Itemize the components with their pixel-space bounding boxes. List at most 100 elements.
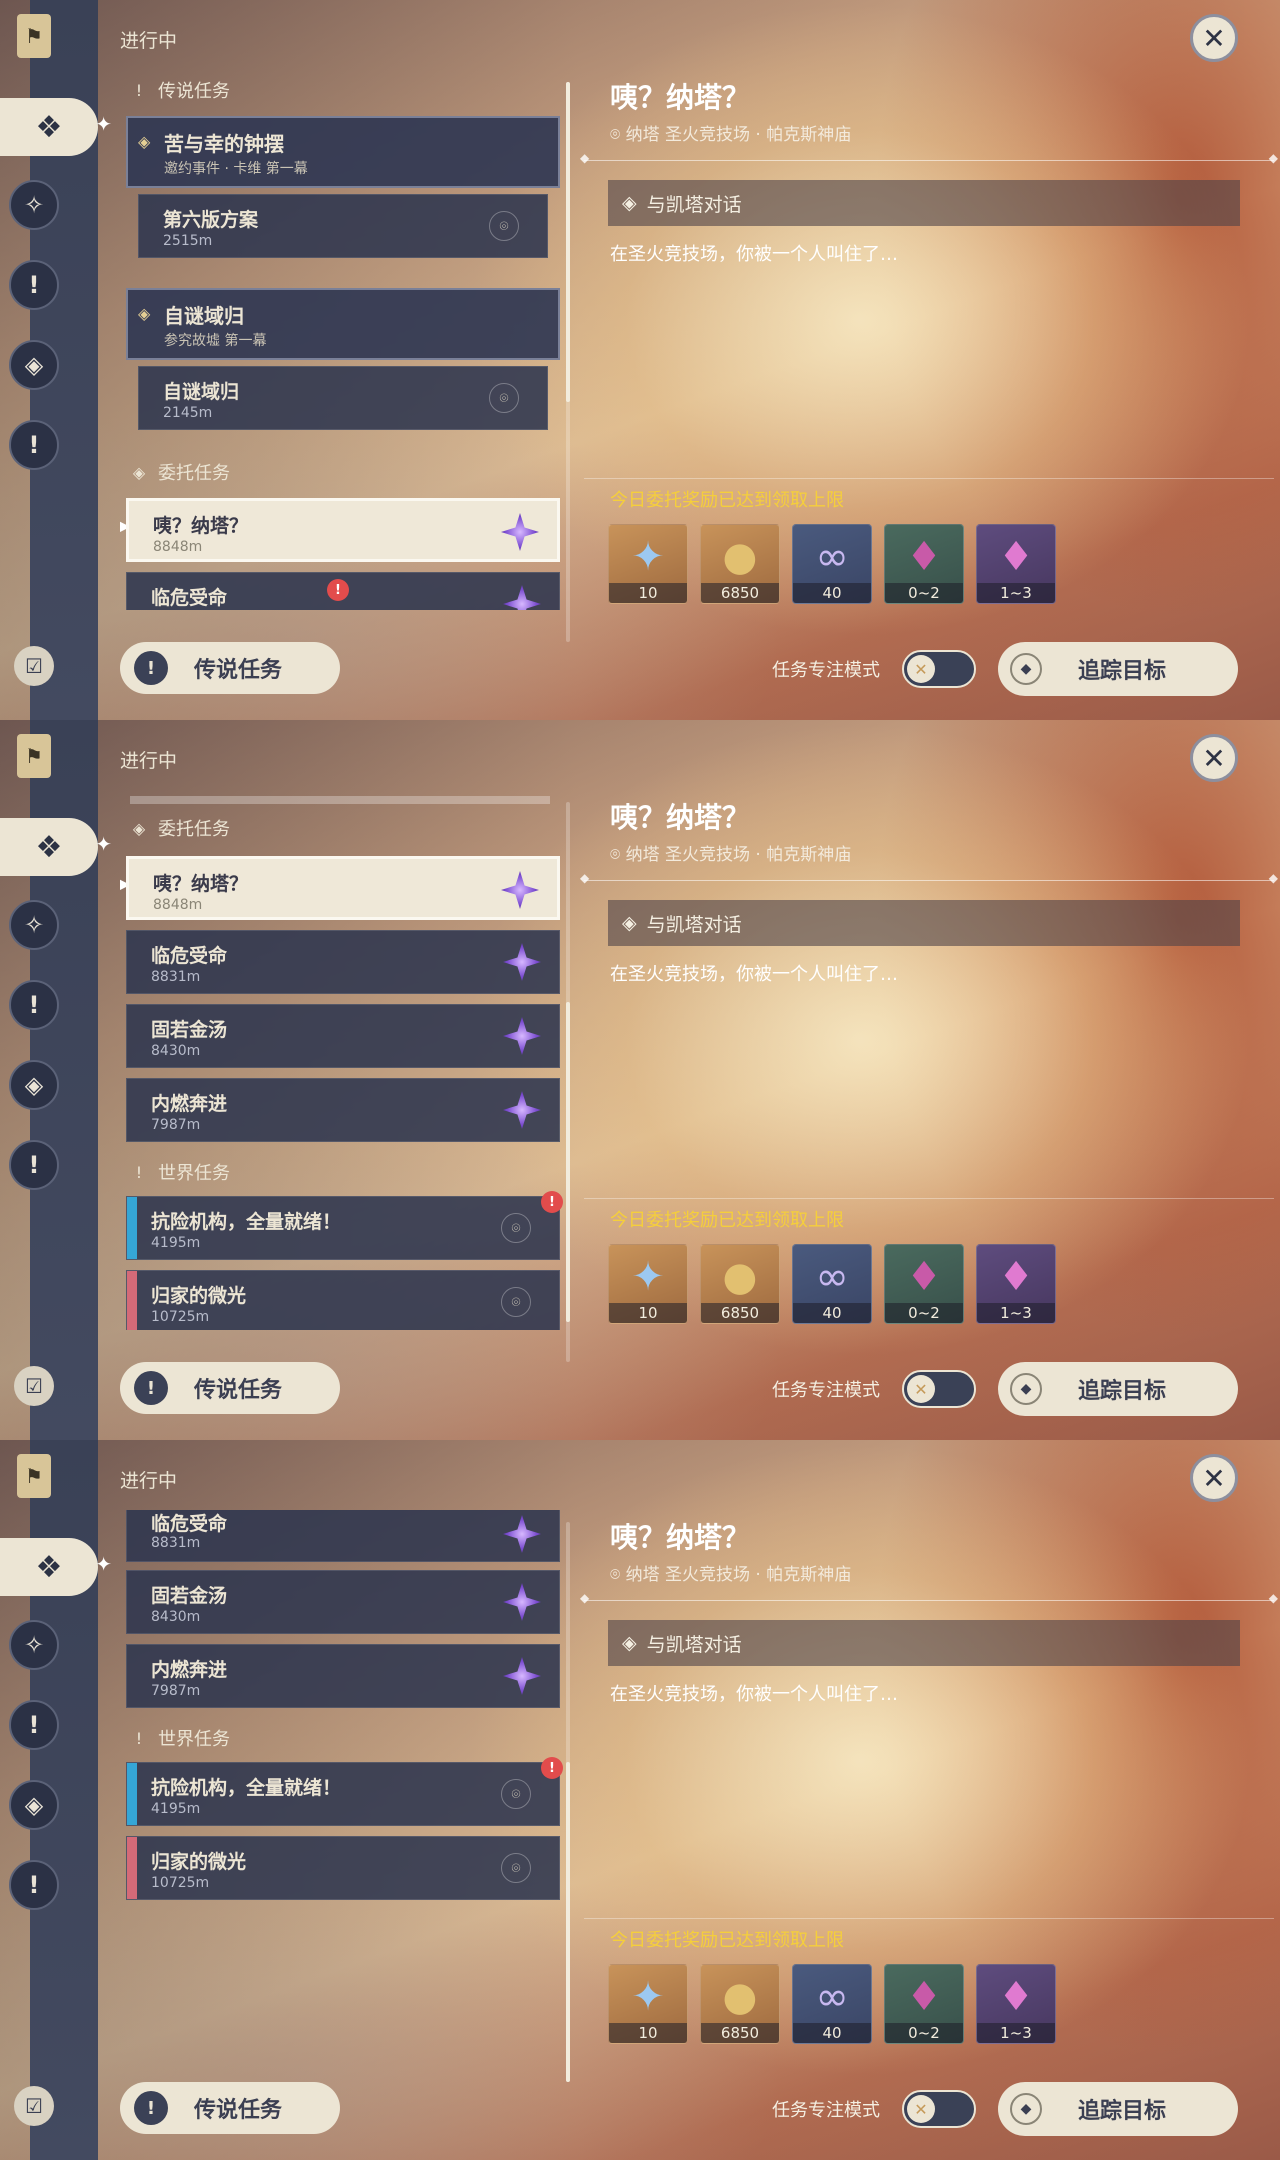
commission-tab-icon[interactable]: ! (9, 980, 59, 1030)
commission-item[interactable]: 内燃奔进 7987m (126, 1644, 560, 1708)
primogem-icon[interactable]: ✦ 10 (608, 1244, 688, 1324)
commission-item[interactable]: 临危受命 8831m (126, 1510, 560, 1562)
ore-icon[interactable]: ♦ 0~2 (884, 524, 964, 604)
section-commission: ◈ 委托任务 (130, 814, 230, 842)
status-title: 进行中 (120, 30, 178, 52)
close-icon: ✕ (1202, 1461, 1226, 1495)
quest-list-scrollbar[interactable] (566, 82, 570, 642)
event-tab-icon[interactable]: ◈ (9, 340, 59, 390)
commission-item[interactable]: 临危受命 8831m ! (126, 572, 560, 610)
event-tab-icon[interactable]: ◈ (9, 1780, 59, 1830)
section-world: ! 世界任务 (130, 1158, 230, 1186)
focus-mode-toggle[interactable]: ✕ (902, 2090, 976, 2128)
legend-quest-button[interactable]: ! 传说任务 (120, 1362, 340, 1414)
commission-item-selected[interactable]: 咦？纳塔？ 8848m (126, 856, 560, 920)
legend-tab-icon[interactable]: ✧ (9, 1620, 59, 1670)
quest-list[interactable]: 临危受命 8831m 固若金汤 8430m 内燃奔进 7987m ! 世界任务 … (120, 1510, 568, 2050)
mora-icon[interactable]: ● 6850 (700, 524, 780, 604)
exclamation-icon: ! (134, 2091, 168, 2125)
tracking-settings-icon[interactable]: ☑ (14, 646, 54, 686)
quest-list[interactable]: ! 传说任务 ◈ 苦与幸的钟摆 邀约事件 · 卡维 第一幕 第六版方案 2515… (120, 70, 568, 610)
exclamation-icon: ! (135, 1162, 143, 1182)
crystal-icon[interactable]: ♦ 1~3 (976, 524, 1056, 604)
quest-list-scrollbar[interactable] (566, 1522, 570, 2082)
event-tab-icon[interactable]: ◈ (9, 1060, 59, 1110)
quest-objective: ◈ 与凯塔对话 (608, 1620, 1240, 1666)
companionship-icon[interactable]: ∞ 40 (792, 1964, 872, 2044)
archon-quest-tab[interactable]: ❖ ✦ (0, 1538, 112, 1596)
legend-tab-icon[interactable]: ✧ (9, 900, 59, 950)
commission-item[interactable]: 固若金汤 8430m (126, 1004, 560, 1068)
companionship-icon[interactable]: ∞ 40 (792, 524, 872, 604)
commission-gem-icon (503, 1515, 541, 1553)
location-pin-icon[interactable]: ⌾ (501, 1853, 531, 1883)
alert-badge-icon: ! (327, 579, 349, 601)
legend-tab-icon[interactable]: ✧ (9, 180, 59, 230)
close-button[interactable]: ✕ (1190, 1454, 1238, 1502)
alert-badge-icon: ! (541, 1191, 563, 1213)
primogem-icon[interactable]: ✦ 10 (608, 1964, 688, 2044)
world-quest-item[interactable]: 抗险机构，全量就绪！ 4195m ⌾ ! (126, 1191, 563, 1260)
world-tab-icon[interactable]: ! (9, 1140, 59, 1190)
primogem-icon[interactable]: ✦ 10 (608, 524, 688, 604)
location-pin-icon[interactable]: ⌾ (501, 1213, 531, 1243)
close-icon: ✕ (907, 1375, 935, 1403)
world-quest-item[interactable]: 抗险机构，全量就绪！ 4195m ⌾ ! (126, 1757, 563, 1826)
quest-detail: 咦？纳塔？ ⌾ 纳塔 圣火竞技场 · 帕克斯神庙 ◈与凯塔对话 在圣火竞技场，你… (580, 0, 1278, 720)
quest-description: 在圣火竞技场，你被一个人叫住了… (610, 964, 898, 985)
legend-quest-header[interactable]: ◈ 自谜域归 参究故墟 第一幕 (126, 288, 560, 360)
mora-icon[interactable]: ● 6850 (700, 1244, 780, 1324)
location-pin-icon[interactable]: ⌾ (489, 211, 519, 241)
commission-tab-icon[interactable]: ! (9, 260, 59, 310)
companionship-icon[interactable]: ∞ 40 (792, 1244, 872, 1324)
legend-quest-button[interactable]: ! 传说任务 (120, 2082, 340, 2134)
legend-quest-button[interactable]: ! 传说任务 (120, 642, 340, 694)
location-pin-icon[interactable]: ⌾ (501, 1287, 531, 1317)
quest-step-item[interactable]: 自谜域归 2145m ⌾ (138, 366, 548, 430)
world-quest-item[interactable]: 归家的微光 10725m ⌾ (126, 1836, 560, 1900)
world-quest-item[interactable]: 归家的微光 10725m ⌾ (126, 1270, 560, 1330)
quest-description: 在圣火竞技场，你被一个人叫住了… (610, 244, 898, 265)
diamond-icon: ◈ (622, 1632, 637, 1654)
commission-item[interactable]: 内燃奔进 7987m (126, 1078, 560, 1142)
close-button[interactable]: ✕ (1190, 734, 1238, 782)
world-tab-icon[interactable]: ! (9, 1860, 59, 1910)
divider (584, 1198, 1274, 1199)
bookmark-icon[interactable]: ⚑ (17, 14, 51, 58)
legend-quest-header[interactable]: ◈ 苦与幸的钟摆 邀约事件 · 卡维 第一幕 (126, 116, 560, 188)
focus-mode-toggle[interactable]: ✕ (902, 650, 976, 688)
track-target-button[interactable]: ◆ 追踪目标 (998, 642, 1238, 696)
quest-type-strip (127, 1271, 137, 1330)
ore-icon[interactable]: ♦ 0~2 (884, 1964, 964, 2044)
quest-step-item[interactable]: 第六版方案 2515m ⌾ (138, 194, 548, 258)
focus-mode-toggle[interactable]: ✕ (902, 1370, 976, 1408)
mora-icon[interactable]: ● 6850 (700, 1964, 780, 2044)
close-button[interactable]: ✕ (1190, 14, 1238, 62)
crystal-icon[interactable]: ♦ 1~3 (976, 1964, 1056, 2044)
close-icon: ✕ (907, 2095, 935, 2123)
tracking-settings-icon[interactable]: ☑ (14, 2086, 54, 2126)
bookmark-icon[interactable]: ⚑ (17, 1454, 51, 1498)
commission-item[interactable]: 临危受命 8831m (126, 930, 560, 994)
location-pin-icon[interactable]: ⌾ (489, 383, 519, 413)
quest-screen-1: ⚑ ❖ ✦ ✧ ! ◈ ! ☑ 进行中 ! 传说任务 ◈ 苦与幸的钟摆 邀约事件 … (0, 0, 1280, 720)
commission-item[interactable]: 固若金汤 8430m (126, 1570, 560, 1634)
quest-list-scrollbar[interactable] (566, 802, 570, 1362)
bookmark-icon[interactable]: ⚑ (17, 734, 51, 778)
divider (580, 1591, 1278, 1605)
archon-quest-tab[interactable]: ❖ ✦ (0, 818, 112, 876)
commission-tab-icon[interactable]: ! (9, 1700, 59, 1750)
commission-gem-icon (503, 1583, 541, 1621)
commission-item-selected[interactable]: 咦？纳塔？ 8848m (126, 498, 560, 562)
crystal-icon[interactable]: ♦ 1~3 (976, 1244, 1056, 1324)
archon-quest-tab[interactable]: ❖ ✦ (0, 98, 112, 156)
world-tab-icon[interactable]: ! (9, 420, 59, 470)
quest-list[interactable]: ◈ 委托任务 ▶ 咦？纳塔？ 8848m 临危受命 8831m 固若金汤 843… (120, 790, 568, 1330)
tracking-settings-icon[interactable]: ☑ (14, 1366, 54, 1406)
quest-location: ⌾ 纳塔 圣火竞技场 · 帕克斯神庙 (610, 845, 852, 865)
commission-gem-icon (501, 513, 539, 551)
track-target-button[interactable]: ◆ 追踪目标 (998, 2082, 1238, 2136)
ore-icon[interactable]: ♦ 0~2 (884, 1244, 964, 1324)
track-target-button[interactable]: ◆ 追踪目标 (998, 1362, 1238, 1416)
location-pin-icon[interactable]: ⌾ (501, 1779, 531, 1809)
